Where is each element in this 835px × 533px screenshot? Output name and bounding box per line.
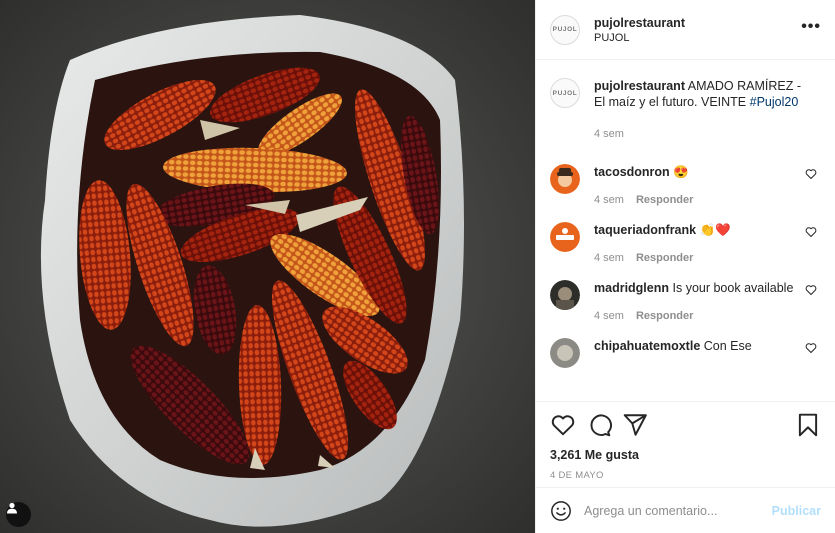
instagram-post-modal: PUJOL pujolrestaurant PUJOL ••• PUJOL pu… <box>0 0 835 533</box>
comment-body: tacosdonron 😍 4 sem Responder <box>594 164 804 208</box>
avatar-image <box>550 222 580 252</box>
post-side-panel: PUJOL pujolrestaurant PUJOL ••• PUJOL pu… <box>535 0 835 533</box>
more-options-icon[interactable]: ••• <box>801 18 821 42</box>
comment-username[interactable]: chipahuatemoxtle <box>594 339 700 353</box>
comment-age[interactable]: 4 sem <box>594 192 624 208</box>
avatar-image <box>550 280 580 310</box>
heart-icon[interactable] <box>550 412 576 438</box>
comment-body: taqueriadonfrank 👏❤️ 4 sem Responder <box>594 222 804 266</box>
comment-like-heart-icon[interactable] <box>805 226 817 238</box>
comment-body: madridglenn Is your book available 4 sem… <box>594 280 804 324</box>
comment-meta: 4 sem Responder <box>594 308 804 324</box>
caption-hashtag[interactable]: #Pujol20 <box>750 95 799 109</box>
post-location[interactable]: PUJOL <box>594 32 801 44</box>
list-item: madridglenn Is your book available 4 sem… <box>550 280 821 324</box>
comment-like-heart-icon[interactable] <box>805 342 817 354</box>
avatar[interactable]: PUJOL <box>550 78 580 108</box>
reply-button[interactable]: Responder <box>636 192 693 208</box>
comment-meta: 4 sem Responder <box>594 250 804 266</box>
comment-age[interactable]: 4 sem <box>594 250 624 266</box>
reply-button[interactable]: Responder <box>636 308 693 324</box>
comment-age[interactable]: 4 sem <box>594 308 624 324</box>
tagged-users-button[interactable] <box>6 502 31 527</box>
corn-in-sack-image <box>0 0 535 533</box>
post-date[interactable]: 4 DE MAYO <box>550 470 821 481</box>
list-item: chipahuatemoxtle Con Ese <box>550 338 821 368</box>
emoji-icon[interactable] <box>550 500 572 522</box>
bookmark-icon[interactable] <box>795 412 821 438</box>
avatar-image <box>550 164 580 194</box>
list-item: taqueriadonfrank 👏❤️ 4 sem Responder <box>550 222 821 266</box>
post-author: pujolrestaurant PUJOL <box>594 16 801 44</box>
post-header: PUJOL pujolrestaurant PUJOL ••• <box>536 0 835 60</box>
like-count[interactable]: 3,261 Me gusta <box>550 448 821 462</box>
comment-icon[interactable] <box>586 412 612 438</box>
comment-username[interactable]: madridglenn <box>594 281 669 295</box>
avatar-image <box>550 338 580 368</box>
paper-plane-icon[interactable] <box>622 412 648 438</box>
comment-like-heart-icon[interactable] <box>805 168 817 180</box>
user-tag-icon <box>7 502 17 514</box>
caption-row: PUJOL pujolrestaurant AMADO RAMÍREZ - El… <box>550 74 821 142</box>
avatar[interactable] <box>550 338 580 368</box>
caption-body: pujolrestaurant AMADO RAMÍREZ - El maíz … <box>594 74 810 142</box>
comment-body: chipahuatemoxtle Con Ese <box>594 338 804 354</box>
caption-age[interactable]: 4 sem <box>594 126 624 142</box>
comment-text: Is your book available <box>672 281 794 295</box>
post-comment-button[interactable]: Publicar <box>772 504 821 518</box>
comment-username[interactable]: tacosdonron <box>594 165 670 179</box>
comment-meta: 4 sem Responder <box>594 192 804 208</box>
comment-text: 👏❤️ <box>699 223 731 237</box>
comment-text: Con Ese <box>703 339 752 353</box>
reply-button[interactable]: Responder <box>636 250 693 266</box>
avatar-text: PUJOL <box>552 26 578 33</box>
comment-like-heart-icon[interactable] <box>805 284 817 296</box>
action-icons <box>550 410 821 440</box>
caption-meta: 4 sem <box>594 126 810 142</box>
post-actions: 3,261 Me gusta 4 DE MAYO <box>536 401 835 487</box>
comment-username[interactable]: taqueriadonfrank <box>594 223 696 237</box>
avatar[interactable] <box>550 222 580 252</box>
comment-text: 😍 <box>673 165 689 179</box>
avatar-text: PUJOL <box>552 89 578 97</box>
comment-input[interactable] <box>584 503 772 518</box>
comments-list[interactable]: PUJOL pujolrestaurant AMADO RAMÍREZ - El… <box>536 60 835 401</box>
post-photo[interactable] <box>0 0 535 533</box>
avatar[interactable]: PUJOL <box>550 14 580 45</box>
caption-username[interactable]: pujolrestaurant <box>594 79 685 93</box>
comment-composer: Publicar <box>536 487 835 533</box>
list-item: tacosdonron 😍 4 sem Responder <box>550 164 821 208</box>
author-username[interactable]: pujolrestaurant <box>594 16 801 30</box>
avatar[interactable] <box>550 280 580 310</box>
avatar[interactable] <box>550 164 580 194</box>
